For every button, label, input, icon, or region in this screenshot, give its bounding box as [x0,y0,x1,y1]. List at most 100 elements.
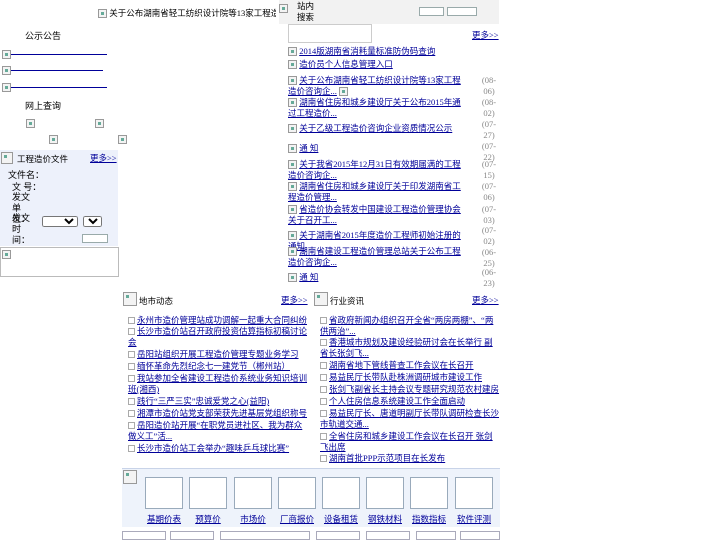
quick-links-panel: 基期价表 预算价 市场价 厂商报价 设备租赁 钢铁材料 指数指标 软件评测 [122,468,500,527]
news-item[interactable]: 省造价协会转发中国建设工程造价管理协会关于召开工... [288,204,468,226]
special-link-1[interactable]: 2014版湖南省消耗量标准防伪码查询 [288,46,435,57]
query-link-icon[interactable] [48,135,58,145]
market-price-icon [234,477,272,509]
city-news-title-icon [123,292,137,306]
search-input[interactable] [419,7,444,16]
search-button[interactable] [447,7,477,16]
news-item[interactable]: 通 知 [288,143,468,154]
industry-news-item[interactable]: 易益民厅长带队赴株洲调研城市建设工作 [320,372,500,383]
special-link-2[interactable]: 造价员个人信息管理入口 [288,59,393,70]
industry-news-more-link[interactable]: 更多>> [472,295,499,306]
price-table-icon [145,477,183,509]
top-marquee-text[interactable]: 关于公布湖南省轻工纺织设计院等13家工程造价咨询企 [109,8,276,18]
city-news-item[interactable]: 长沙市造价站召开政府投资估算指标初稿讨论会 [128,326,308,348]
industry-news-item[interactable]: 个人住房信息系统建设工作全面启动 [320,396,500,407]
industry-news-item[interactable]: 湖南首批PPP示范项目在长发布 [320,453,500,464]
query-link-icon[interactable] [95,119,105,129]
news-date: (08-06) [481,75,497,96]
industry-news-item[interactable]: 湖南省地下管线普查工作会议在长召开 [320,360,500,371]
top-marquee-bar: 关于公布湖南省轻工纺织设计院等13家工程造价咨询企 [98,8,276,20]
quick-link-budget-price[interactable]: 预算价 [186,477,230,525]
steel-material-icon [366,477,404,509]
notice-list [2,49,112,96]
cost-files-panel: 工程造价文件 更多>> 文件名： 文 号： 发文单位： 发文时间： [0,150,118,246]
cost-files-title-icon [1,152,13,164]
city-news-item[interactable]: 长沙市造价站工会举办“趣味乒乓球比赛” [128,443,308,454]
news-bullet-icon [288,98,297,108]
news-bullet-icon [288,182,297,192]
left-banner-image[interactable] [0,247,119,277]
quick-link-software-review[interactable]: 软件评测 [452,477,496,525]
notice-title: 公示公告 [25,31,62,41]
city-news-item[interactable]: 永州市造价管理站成功调解一起重大合同纠纷 [128,315,308,326]
city-news-item[interactable]: 缅怀革命先烈纪念七一建党节（郴州站） [128,361,308,372]
industry-news-item[interactable]: 张剑飞副省长主持会议专题研究规范农村建房 [320,384,500,395]
city-news-more-link[interactable]: 更多>> [281,295,308,306]
news-item[interactable]: 关于公布湖南省轻工纺织设计院等13家工程造价咨询企... [288,75,468,97]
right-top-more-link[interactable]: 更多>> [472,30,499,41]
query-link-icon[interactable] [26,119,35,129]
news-item[interactable]: 湖南省建设工程造价管理总站关于公布工程造价咨询企... [288,246,468,268]
vendor-quote-icon [278,477,316,509]
marquee-image-icon [98,9,107,19]
partner-banner[interactable] [366,531,410,540]
news-item[interactable]: 湖南省住房和城乡建设厅关于公布2015年通过工程造价... [288,97,468,119]
issue-month-select[interactable] [83,216,102,227]
news-item[interactable]: 关于乙级工程造价咨询企业资质情况公示 [288,123,468,134]
notice-bullet-icon [2,66,11,76]
quick-link-price-table[interactable]: 基期价表 [142,477,186,525]
cost-files-more-link[interactable]: 更多>> [90,153,117,164]
notice-item[interactable] [2,49,112,63]
industry-news-item[interactable]: 香港城市规划及建设经验研讨会在长举行 副省长张剑飞... [320,337,500,359]
city-news-item[interactable]: 岳阳站组织开展工程造价管理专题业务学习 [128,349,308,360]
cost-files-title: 工程造价文件 [17,154,69,164]
notice-bullet-icon [2,50,11,60]
partner-banner[interactable] [416,531,456,540]
news-date: (07-15) [481,159,497,180]
news-item[interactable]: 关于我省2015年12月31日有效期届满的工程造价咨询企... [288,159,468,181]
site-search-area: 站内搜索 [279,0,499,24]
industry-news-item[interactable]: 省政府新闻办组织召开全省“两房两棚”、“两供两治”... [320,315,500,337]
city-news-title: 地市动态 [139,296,174,306]
quick-links-row: 基期价表 预算价 市场价 厂商报价 设备租赁 钢铁材料 指数指标 软件评测 [142,477,498,527]
city-news-item[interactable]: 湘潭市造价站党支部荣获先进基层党组织称号 [128,408,308,419]
news-date: (07-02) [481,225,497,246]
news-bullet-icon [288,273,297,283]
partner-banner[interactable] [170,531,214,540]
issue-year-select[interactable] [42,216,78,227]
partner-banner[interactable] [220,531,310,540]
news-date: (06-25) [481,247,497,268]
partner-banner[interactable] [460,531,500,540]
news-item[interactable]: 湖南省住房和城乡建设厅关于印发湖南省工程造价管理... [288,181,468,203]
industry-news-item[interactable]: 全省住房和城乡建设工作会议在长召开 张剑飞出席 [320,431,500,453]
industry-news-panel: 行业资讯 更多>> 省政府新闻办组织召开全省“两房两棚”、“两供两治”... 香… [314,292,500,467]
city-news-item[interactable]: 践行“三严三实”忠诚爱党之心(益阳) [128,396,308,407]
software-review-icon [455,477,493,509]
quick-link-equipment-lease[interactable]: 设备租赁 [319,477,363,525]
city-news-item[interactable]: 岳阳造价站开展“在职党员进社区、我为群众做义工”活... [128,420,308,442]
news-date: (07-06) [481,181,497,202]
query-link-icon[interactable] [117,135,127,145]
online-query-grid [26,118,127,145]
cost-files-search-button[interactable] [82,234,108,243]
banner-image-icon [2,250,11,260]
site-search-label: 站内搜索 [297,1,315,22]
industry-news-title-icon [314,292,328,306]
partner-banner[interactable] [316,531,360,540]
city-news-item[interactable]: 我站参加全省建设工程造价系统业务知识培训班(湘西) [128,373,308,395]
link-bullet-icon [288,47,297,57]
industry-news-item[interactable]: 易益民厅长、唐道明副厅长带队调研检查长沙市轨道交通... [320,408,500,430]
news-bullet-icon [288,76,297,86]
quick-link-index-indicator[interactable]: 指数指标 [407,477,451,525]
partner-banner[interactable] [122,531,166,540]
quick-link-market-price[interactable]: 市场价 [231,477,275,525]
search-decoration-icon [279,4,288,14]
news-date: (07-03) [481,204,497,225]
news-item[interactable]: 通 知 [288,272,468,283]
quick-links-title-icon [123,470,137,484]
notice-item[interactable] [2,82,112,96]
quick-link-vendor-quote[interactable]: 厂商报价 [275,477,319,525]
news-bullet-icon [288,160,297,170]
notice-item[interactable] [2,65,112,79]
quick-link-steel-material[interactable]: 钢铁材料 [363,477,407,525]
